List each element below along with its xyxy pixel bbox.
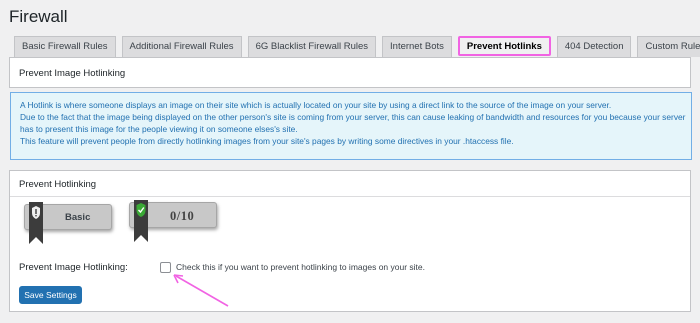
section-title: Prevent Image Hotlinking — [19, 68, 126, 79]
tab-custom-rules[interactable]: Custom Rules — [637, 36, 700, 57]
security-score-value: 0/10 — [170, 209, 195, 223]
tab-additional-firewall-rules[interactable]: Additional Firewall Rules — [121, 36, 242, 57]
info-line: Due to the fact that the image being dis… — [20, 112, 686, 122]
info-box: A Hotlink is where someone displays an i… — [10, 92, 692, 160]
postbox-title: Prevent Hotlinking — [19, 179, 97, 190]
prevent-hotlinking-checkbox-label[interactable]: Check this if you want to prevent hotlin… — [176, 262, 425, 272]
shield-ribbon-icon — [29, 202, 43, 244]
page-title: Firewall — [9, 7, 68, 26]
postbox-divider — [10, 196, 690, 197]
prevent-hotlinking-postbox: Prevent Hotlinking Basic 0/10 Prevent Im… — [9, 170, 691, 312]
prevent-image-hotlinking-label: Prevent Image Hotlinking: — [19, 262, 128, 273]
info-line: This feature will prevent people from di… — [20, 136, 514, 146]
security-level-label: Basic — [65, 212, 91, 223]
tab-bar: Basic Firewall Rules Additional Firewall… — [14, 36, 700, 57]
security-level-badge: Basic — [24, 202, 112, 244]
info-line: A Hotlink is where someone displays an i… — [20, 100, 612, 110]
info-line: has to present this image for the people… — [20, 124, 298, 134]
tab-basic-firewall-rules[interactable]: Basic Firewall Rules — [14, 36, 116, 57]
prevent-hotlinking-checkbox[interactable] — [160, 262, 171, 273]
tab-prevent-hotlinks[interactable]: Prevent Hotlinks — [457, 36, 551, 56]
save-settings-button[interactable]: Save Settings — [19, 286, 82, 304]
tab-404-detection[interactable]: 404 Detection — [556, 36, 632, 57]
section-header: Prevent Image Hotlinking — [9, 58, 691, 88]
tab-internet-bots[interactable]: Internet Bots — [382, 36, 452, 57]
tab-6g-blacklist-firewall-rules[interactable]: 6G Blacklist Firewall Rules — [247, 36, 377, 57]
check-shield-ribbon-icon — [134, 200, 148, 242]
security-score-badge: 0/10 — [129, 200, 217, 242]
